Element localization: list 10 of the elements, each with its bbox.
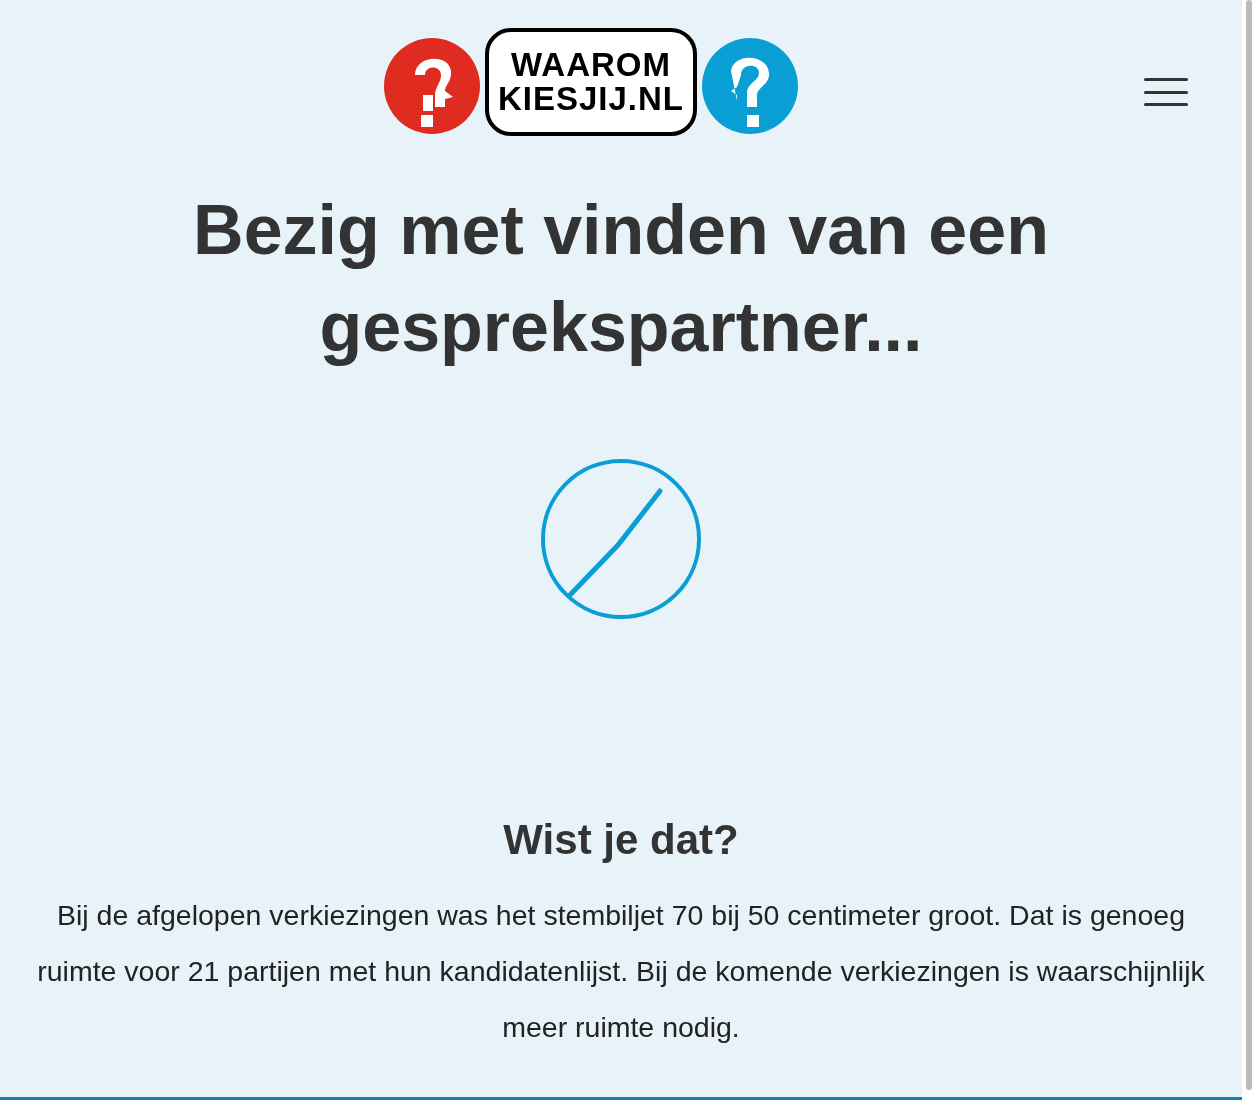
fact-text: Bij de afgelopen verkiezingen was het stembiljet 70 bij 50 centimeter groot. Dat is genoeg ruimte voor 21 partijen met hun kandidatenlijst. Bij de komende verkiezingen is waarschijnlijk meer ruimte nodig. (36, 898, 1206, 1045)
page-heading: Bezig met vinden van een gesprekspartner... (192, 190, 1050, 368)
logo-text: WAAROM (511, 48, 671, 82)
question-head-icon (383, 36, 481, 135)
question-head-icon (701, 36, 799, 135)
site-logo[interactable]: WAAROM KIESJIJ.NL (383, 28, 799, 136)
menu-icon[interactable] (1144, 78, 1188, 106)
fact-title: Wist je dat? (502, 815, 740, 865)
logo-text: KIESJIJ.NL (497, 82, 685, 116)
loading-spinner-icon (540, 458, 702, 620)
